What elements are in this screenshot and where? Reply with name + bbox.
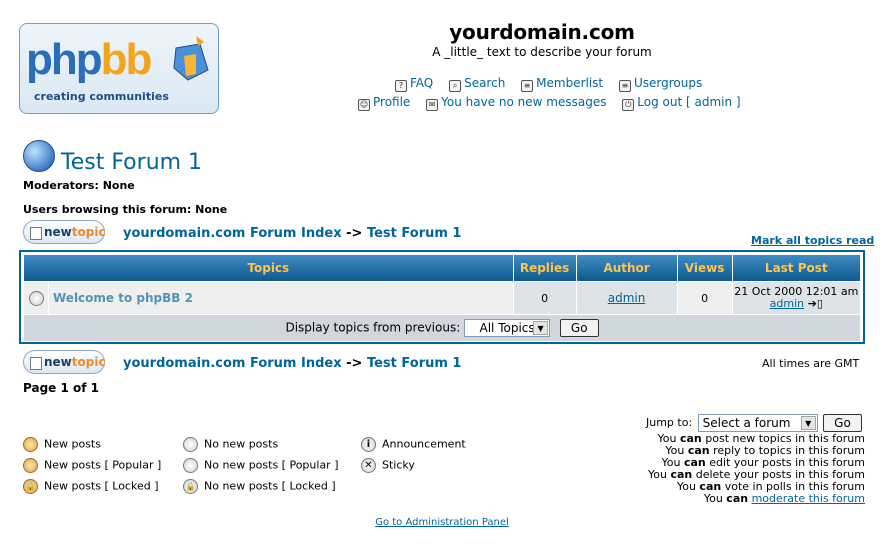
header-topics[interactable]: Topics <box>24 255 513 281</box>
moderators-text: Moderators: None <box>23 179 135 192</box>
folder-new-icon <box>23 437 38 452</box>
nav-search[interactable]: ⌕ Search <box>449 76 505 92</box>
last-post-author-link[interactable]: admin <box>770 297 804 310</box>
jump-box: Jump to: Select a forum ▼ Go <box>646 414 862 432</box>
phpbb-logo[interactable]: phpbb creating communities <box>19 23 219 114</box>
folder-icon <box>183 437 198 452</box>
breadcrumb: yourdomain.com Forum Index -> Test Forum… <box>123 226 461 241</box>
nav-faq[interactable]: ? FAQ <box>395 76 433 92</box>
jump-label: Jump to: <box>646 416 693 429</box>
site-description: A _little_ text to describe your forum <box>432 45 652 59</box>
breadcrumb-index-link[interactable]: yourdomain.com Forum Index <box>123 226 342 241</box>
permissions-list: You can post new topics in this forum Yo… <box>648 433 865 505</box>
breadcrumb-forum-link[interactable]: Test Forum 1 <box>367 226 462 241</box>
logo-cube-icon <box>170 34 210 84</box>
nav-profile[interactable]: ☺ Profile <box>358 95 410 111</box>
header-replies[interactable]: Replies <box>513 255 576 281</box>
replies-count: 0 <box>513 282 576 314</box>
logo-bb-text: bb <box>100 35 153 84</box>
new-topic-button[interactable]: newtopic <box>23 220 106 244</box>
moderate-forum-link[interactable]: moderate this forum <box>752 492 865 505</box>
pagination-text: Page 1 of 1 <box>23 381 99 395</box>
timezone-note: All times are GMT <box>762 357 860 370</box>
logout-icon: ⏻ <box>622 99 635 111</box>
mark-all-topics-read-link[interactable]: Mark all topics read <box>751 234 874 247</box>
auth-moderate: You can moderate this forum <box>703 492 865 505</box>
breadcrumb-index-link[interactable]: yourdomain.com Forum Index <box>123 356 342 371</box>
views-count: 0 <box>677 282 732 314</box>
jump-forum-select[interactable]: Select a forum ▼ <box>697 414 818 432</box>
header-views[interactable]: Views <box>677 255 732 281</box>
header-last-post[interactable]: Last Post <box>732 255 860 281</box>
logo-tagline: creating communities <box>34 90 169 103</box>
memberlist-icon: ≡ <box>521 80 534 92</box>
chevron-down-icon: ▼ <box>533 321 549 335</box>
nav-logout[interactable]: ⏻ Log out [ admin ] <box>622 95 741 111</box>
announcement-icon: i <box>361 437 376 452</box>
display-topics-label: Display topics from previous: <box>285 320 461 335</box>
forum-globe-icon <box>23 140 55 172</box>
author-link[interactable]: admin <box>608 291 646 305</box>
nav-usergroups[interactable]: ≡ Usergroups <box>618 76 702 92</box>
topic-link[interactable]: Welcome to phpBB 2 <box>53 291 193 305</box>
legend-no-new-posts: No new posts <box>183 437 278 452</box>
usergroups-icon: ≡ <box>618 80 631 92</box>
legend-new-posts-locked: New posts [ Locked ] <box>23 479 159 494</box>
breadcrumb-bottom: yourdomain.com Forum Index -> Test Forum… <box>123 356 462 371</box>
table-row: Welcome to phpBB 2 0 admin 0 21 Oct 2000… <box>24 282 860 314</box>
nav-row-2: ☺ Profile ✉ You have no new messages ⏻ Log … <box>358 95 753 111</box>
legend-announcement: i Announcement <box>361 437 466 452</box>
new-topic-button-bottom[interactable]: newtopic <box>23 350 106 374</box>
users-browsing-text: Users browsing this forum: None <box>23 203 228 216</box>
nav-messages[interactable]: ✉ You have no new messages <box>426 95 606 111</box>
folder-locked-icon <box>183 479 198 494</box>
logo-php-text: php <box>26 35 103 84</box>
breadcrumb-separator: -> <box>346 226 363 241</box>
nav-memberlist[interactable]: ≡ Memberlist <box>521 76 603 92</box>
folder-new-hot-icon <box>23 458 38 473</box>
jump-go-button[interactable]: Go <box>823 414 862 432</box>
site-title: yourdomain.com <box>449 20 635 44</box>
breadcrumb-forum-link[interactable]: Test Forum 1 <box>367 356 462 371</box>
header-author[interactable]: Author <box>576 255 677 281</box>
forum-title[interactable]: Test Forum 1 <box>61 150 202 175</box>
nav-row-1: ? FAQ ⌕ Search ≡ Memberlist ≡ Usergroups <box>395 76 714 92</box>
admin-panel-link[interactable]: Go to Administration Panel <box>0 517 884 528</box>
folder-icon <box>28 290 44 306</box>
legend-no-new-posts-locked: No new posts [ Locked ] <box>183 479 336 494</box>
display-topics-select[interactable]: All Topics ▼ <box>464 319 551 337</box>
sticky-icon: ✕ <box>361 458 376 473</box>
folder-hot-icon <box>183 458 198 473</box>
faq-icon: ? <box>395 80 407 92</box>
profile-icon: ☺ <box>358 99 370 111</box>
legend-new-posts: New posts <box>23 437 101 452</box>
search-icon: ⌕ <box>449 80 462 92</box>
display-go-button[interactable]: Go <box>559 319 599 337</box>
legend-sticky: ✕ Sticky <box>361 458 415 473</box>
messages-icon: ✉ <box>426 99 439 111</box>
topics-table: Topics Replies Author Views Last Post We… <box>19 250 865 344</box>
legend-no-new-posts-popular: No new posts [ Popular ] <box>183 458 339 473</box>
view-latest-post-icon[interactable]: ➔▯ <box>808 297 823 310</box>
chevron-down-icon: ▼ <box>800 416 816 430</box>
folder-new-locked-icon <box>23 479 38 494</box>
legend-new-posts-popular: New posts [ Popular ] <box>23 458 161 473</box>
